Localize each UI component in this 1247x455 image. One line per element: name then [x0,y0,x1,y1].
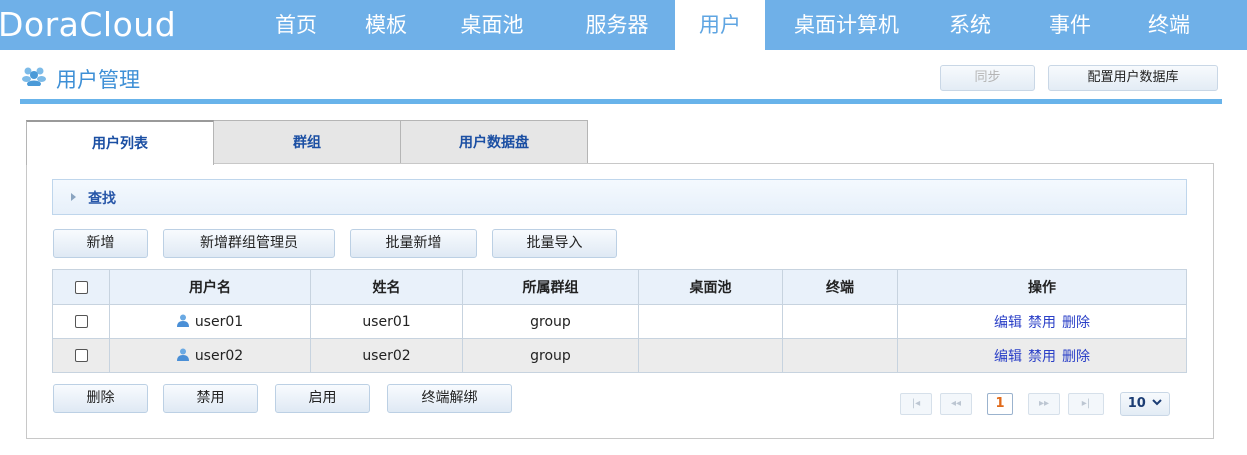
page-title: 用户管理 [56,68,140,92]
last-page-button[interactable]: ▸| [1068,393,1104,415]
terminal-cell [782,338,898,373]
search-toggle[interactable] [52,179,1187,215]
title-divider [20,99,1222,104]
first-page-button[interactable]: |◂ [900,393,932,415]
search-label[interactable]: 查找 [88,188,116,208]
config-user-db-button[interactable]: 配置用户数据库 [1048,65,1218,91]
username-cell: user02 [109,338,311,373]
add-group-admin-button[interactable]: 新增群组管理员 [163,229,335,258]
edit-link[interactable]: 编辑 [994,315,1022,331]
delete-link[interactable]: 删除 [1062,349,1090,365]
nav-item-events[interactable]: 事件 [1030,0,1110,50]
edit-link[interactable]: 编辑 [994,349,1022,365]
bulk-delete-button[interactable]: 删除 [53,384,148,413]
actions-cell: 编辑 禁用 删除 [897,304,1187,339]
row-select-cell [52,304,110,339]
disable-link[interactable]: 禁用 [1028,349,1056,365]
col-terminal[interactable]: 终端 [782,269,898,305]
app-logo: DoraCloud [0,5,177,44]
page-size-select[interactable]: 10 [1120,392,1170,416]
select-all-cell [52,269,110,305]
page-size-value: 10 [1127,396,1146,411]
tab-user-data-disk[interactable]: 用户数据盘 [400,120,588,164]
current-page-indicator[interactable]: 1 [987,393,1013,415]
table-header-row: 用户名 姓名 所属群组 桌面池 终端 操作 [52,269,1187,305]
nav-item-system[interactable]: 系统 [930,0,1010,50]
table-row: user02 user02 group 编辑 禁用 删除 [52,338,1187,373]
nav-item-templates[interactable]: 模板 [352,0,420,50]
nav-item-terminals[interactable]: 终端 [1128,0,1210,50]
group-cell: group [462,338,639,373]
next-page-button[interactable]: ▸▸ [1028,393,1060,415]
user-table: 用户名 姓名 所属群组 桌面池 终端 操作 user01 user01 grou… [52,269,1187,373]
nav-item-servers[interactable]: 服务器 [563,0,671,50]
disable-link[interactable]: 禁用 [1028,315,1056,331]
col-group[interactable]: 所属群组 [462,269,639,305]
group-cell: group [462,304,639,339]
col-name[interactable]: 姓名 [310,269,463,305]
add-user-button[interactable]: 新增 [53,229,148,258]
select-all-checkbox[interactable] [74,280,88,294]
username-text: user02 [194,347,244,364]
expand-arrow-icon[interactable] [71,193,76,201]
nav-item-desktop-pools[interactable]: 桌面池 [447,0,537,50]
unbind-terminal-button[interactable]: 终端解绑 [387,384,512,413]
terminal-cell [782,304,898,339]
delete-link[interactable]: 删除 [1062,315,1090,331]
name-cell: user01 [310,304,463,339]
nav-item-home[interactable]: 首页 [262,0,330,50]
prev-page-button[interactable]: ◂◂ [940,393,972,415]
batch-add-button[interactable]: 批量新增 [350,229,477,258]
username-cell: user01 [109,304,311,339]
col-desktop-pool[interactable]: 桌面池 [638,269,783,305]
actions-cell: 编辑 禁用 删除 [897,338,1187,373]
batch-import-button[interactable]: 批量导入 [492,229,617,258]
row-checkbox[interactable] [74,349,88,362]
table-row: user01 user01 group 编辑 禁用 删除 [52,304,1187,339]
users-icon [22,67,46,86]
name-cell: user02 [310,338,463,373]
sync-button[interactable]: 同步 [940,65,1035,91]
top-nav-bar: DoraCloud 首页 模板 桌面池 服务器 用户 桌面计算机 系统 事件 终… [0,0,1247,50]
username-text: user01 [194,313,244,330]
pool-cell [638,304,783,339]
bulk-disable-button[interactable]: 禁用 [163,384,258,413]
tab-user-list[interactable]: 用户列表 [26,120,214,165]
nav-item-users[interactable]: 用户 [675,0,765,50]
nav-item-desktop-computers[interactable]: 桌面计算机 [778,0,915,50]
row-checkbox[interactable] [74,315,88,328]
tab-groups[interactable]: 群组 [213,120,401,164]
user-icon [176,348,189,361]
pool-cell [638,338,783,373]
col-actions: 操作 [897,269,1187,305]
row-select-cell [52,338,110,373]
user-icon [176,314,189,327]
chevron-down-icon [1152,399,1163,406]
col-username[interactable]: 用户名 [109,269,311,305]
bulk-enable-button[interactable]: 启用 [275,384,370,413]
